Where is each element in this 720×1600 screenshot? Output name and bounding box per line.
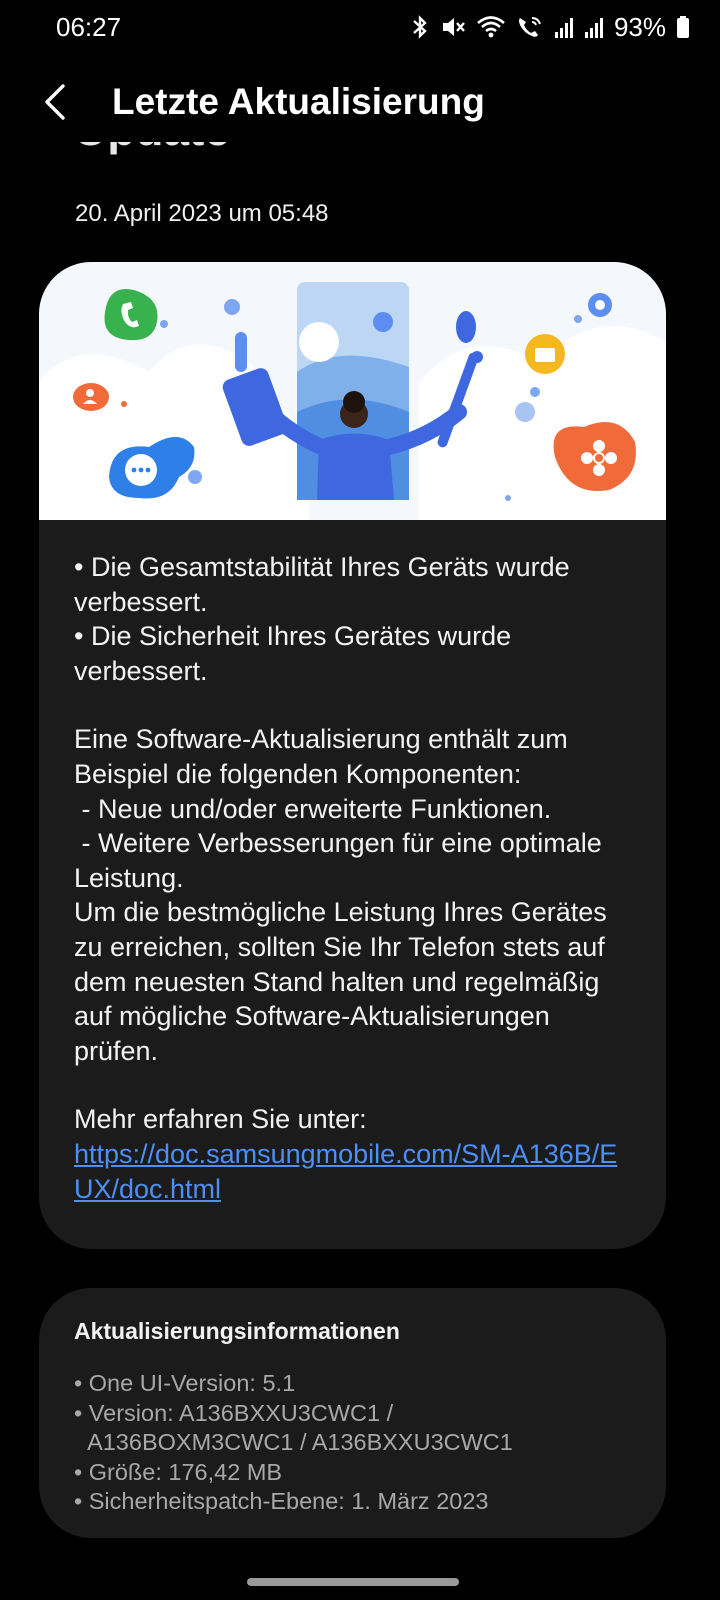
battery-icon xyxy=(677,16,689,38)
update-heading: Update xyxy=(74,142,230,156)
wifi-icon xyxy=(477,16,505,38)
info-version-line1: • Version: A136BXXU3CWC1 / xyxy=(74,1399,394,1426)
page-title: Letzte Aktualisierung xyxy=(112,81,485,122)
status-icons: 93% xyxy=(410,12,690,43)
note-component-features: - Neue und/oder erweiterte Funktionen. xyxy=(74,793,552,824)
chevron-left-icon xyxy=(45,84,65,120)
note-security: • Die Sicherheit Ihres Gerätes wurde ver… xyxy=(74,621,519,686)
more-info-label: Mehr erfahren Sie unter: xyxy=(74,1104,367,1135)
wifi-calling-icon xyxy=(518,17,541,37)
note-stability: • Die Gesamtstabilität Ihres Geräts wurd… xyxy=(74,552,578,617)
bluetooth-icon xyxy=(413,15,427,39)
info-version-line2: A136BOXM3CWC1 / A136BXXU3CWC1 xyxy=(74,1429,513,1455)
documentation-link[interactable]: https://doc.samsungmobile.com/SM-A136B/E… xyxy=(74,1139,617,1204)
signal-icon xyxy=(584,18,603,38)
mute-icon xyxy=(442,18,465,36)
info-size: • Größe: 176,42 MB xyxy=(74,1458,283,1485)
status-time: 06:27 xyxy=(56,11,122,42)
app-bar: Letzte Aktualisierung xyxy=(0,62,720,142)
home-indicator[interactable] xyxy=(247,1578,459,1586)
update-info-list: • One UI-Version: 5.1 • Version: A136BXX… xyxy=(74,1369,632,1517)
back-button[interactable] xyxy=(22,69,88,135)
update-date: 20. April 2023 um 05:48 xyxy=(75,200,329,227)
release-notes-card: • Die Gesamtstabilität Ihres Geräts wurd… xyxy=(39,262,666,1249)
note-components-intro: Eine Software-Aktualisierung enthält zum… xyxy=(74,724,576,789)
note-recommendation: Um die bestmögliche Leistung Ihres Gerät… xyxy=(74,897,615,1066)
folder-icon xyxy=(525,334,565,374)
info-one-ui-version: • One UI-Version: 5.1 xyxy=(74,1370,296,1396)
update-info-title: Aktualisierungsinformationen xyxy=(74,1318,400,1344)
update-illustration xyxy=(39,262,666,520)
info-security-patch: • Sicherheitspatch-Ebene: 1. März 2023 xyxy=(74,1488,489,1514)
battery-percent: 93% xyxy=(613,11,666,42)
note-component-improvements: - Weitere Verbesserungen für eine optima… xyxy=(74,828,610,893)
content-scroll-area[interactable]: Update 20. April 2023 um 05:48 xyxy=(0,142,720,1562)
update-info-card: Aktualisierungsinformationen • One UI-Ve… xyxy=(39,1288,666,1538)
settings-gear-icon xyxy=(588,293,612,317)
status-bar: 06:27 93% xyxy=(0,0,720,54)
signal-icon xyxy=(554,18,573,38)
release-notes-text: • Die Gesamtstabilität Ihres Geräts wurd… xyxy=(39,520,666,1206)
person-icon xyxy=(73,383,109,411)
